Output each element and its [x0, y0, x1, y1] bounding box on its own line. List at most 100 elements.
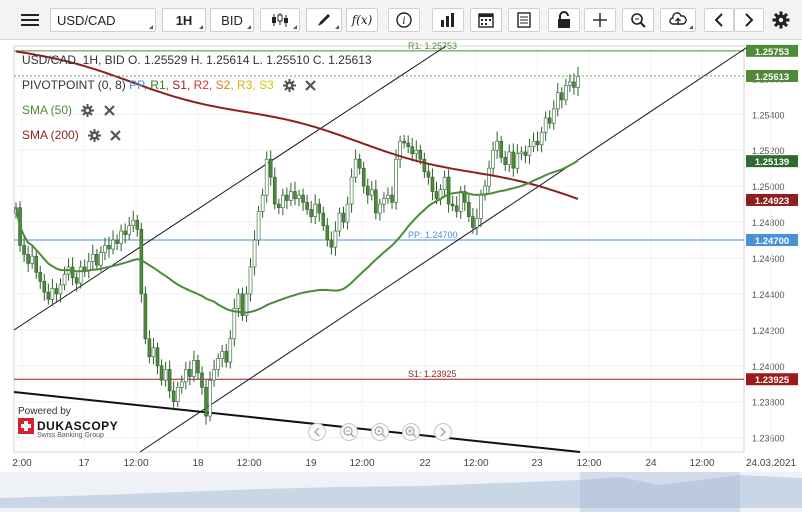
- candle-up: [163, 369, 168, 381]
- volume-button[interactable]: [432, 8, 464, 32]
- upload-button[interactable]: [660, 8, 696, 32]
- candle-up: [539, 131, 544, 146]
- sma200-settings-gear-icon[interactable]: [88, 129, 102, 143]
- x-tick-label: 23: [531, 458, 543, 469]
- info-button[interactable]: i: [388, 8, 420, 32]
- y-tick-label: 1.23600: [752, 434, 785, 444]
- chart-area[interactable]: 1.256001.254001.252001.250001.248001.246…: [0, 40, 802, 518]
- x-tick-label: 18: [192, 458, 204, 469]
- indicators-button[interactable]: f(x): [346, 8, 378, 32]
- candle-up: [99, 252, 103, 266]
- candle-down: [410, 146, 415, 155]
- candle-up: [495, 140, 499, 151]
- pivot-name: PIVOTPOINT (0, 8): [22, 78, 126, 92]
- candle-up: [487, 167, 491, 187]
- candle-up: [564, 85, 568, 101]
- candle-down: [454, 205, 459, 212]
- pivot-settings-gear-icon[interactable]: [283, 79, 297, 93]
- crosshair-button[interactable]: [584, 8, 616, 32]
- lock-button[interactable]: [548, 8, 580, 32]
- zoom-fit-icon: [374, 426, 386, 438]
- menu-button[interactable]: [14, 8, 46, 32]
- hamburger-icon: [21, 14, 39, 26]
- candle-down: [450, 203, 455, 207]
- candle-down: [54, 288, 59, 295]
- candle-down: [74, 277, 79, 284]
- scroll-right-button[interactable]: [734, 8, 764, 32]
- candle-up: [151, 347, 156, 358]
- candle-up: [62, 273, 67, 286]
- candle-up: [103, 245, 107, 253]
- candle-up: [333, 230, 338, 248]
- zoom-button[interactable]: [622, 8, 654, 32]
- nav-forward-button[interactable]: [434, 423, 452, 441]
- table-button[interactable]: [508, 8, 540, 32]
- candle-up: [264, 158, 269, 196]
- pivot-item-6: S3: [255, 78, 274, 92]
- candle-down: [357, 158, 362, 169]
- candle-down: [341, 212, 346, 223]
- timeframe-select[interactable]: 1H: [162, 8, 206, 32]
- ohlc-legend: USD/CAD, 1H, BID O. 1.25529 H. 1.25614 L…: [22, 53, 372, 67]
- candle-up: [184, 369, 188, 383]
- plot-border: [13, 45, 745, 453]
- sma200-remove-close-icon[interactable]: [110, 130, 122, 142]
- pivot-remove-close-icon[interactable]: [305, 80, 317, 92]
- candle-up: [297, 194, 301, 199]
- zoom-out-icon: [343, 426, 355, 438]
- candle-down: [390, 194, 394, 203]
- candle-up: [568, 81, 572, 86]
- candle-down: [305, 201, 309, 210]
- candle-up: [236, 293, 241, 309]
- arrow-left-icon: [714, 13, 723, 27]
- candle-down: [188, 369, 192, 377]
- candle-down: [434, 191, 439, 199]
- x-tick-label: 12:00: [123, 458, 148, 469]
- gear-icon: [772, 11, 790, 29]
- candle-up: [78, 266, 83, 284]
- brand-subtitle: Swiss Banking Group: [37, 432, 104, 439]
- candle-down: [143, 293, 148, 340]
- sma50-remove-close-icon[interactable]: [103, 105, 115, 117]
- pivot-item-2: S1,: [168, 78, 191, 92]
- candle-up: [252, 239, 257, 268]
- sma50-settings-gear-icon[interactable]: [81, 104, 95, 118]
- y-tick-label: 1.25200: [752, 146, 785, 156]
- candle-up: [86, 261, 91, 271]
- candle-up: [394, 158, 398, 203]
- sma200-value-badge-text: 1.24923: [755, 196, 789, 207]
- candle-up: [127, 225, 132, 235]
- candle-up: [58, 284, 63, 295]
- y-tick-label: 1.25000: [752, 182, 785, 192]
- scroll-left-button[interactable]: [704, 8, 734, 32]
- chart-type-button[interactable]: [260, 8, 300, 32]
- zoom-in-button[interactable]: [402, 423, 420, 441]
- settings-button[interactable]: [768, 8, 794, 32]
- price-chart[interactable]: 1.256001.254001.252001.250001.248001.246…: [0, 40, 802, 518]
- side-select[interactable]: BID: [210, 8, 254, 32]
- cloud-upload-icon: [669, 12, 687, 25]
- crosshair-icon: [593, 13, 607, 27]
- level-label-r1: R1: 1.25753: [408, 41, 457, 51]
- candle-down: [418, 149, 423, 160]
- candle-down: [406, 142, 410, 147]
- y-tick-label: 1.23800: [752, 398, 785, 408]
- candle-down: [123, 230, 127, 235]
- pen-icon: [318, 14, 330, 26]
- symbol-select[interactable]: USD/CAD: [50, 8, 156, 32]
- draw-button[interactable]: [306, 8, 342, 32]
- zoom-out-button[interactable]: [340, 423, 358, 441]
- calendar-button[interactable]: [470, 8, 502, 32]
- pivot-item-0: PP,: [129, 78, 147, 92]
- y-tick-label: 1.24600: [752, 254, 785, 264]
- table-icon: [517, 12, 531, 28]
- candle-down: [325, 225, 330, 241]
- zoom-fit-button[interactable]: [371, 423, 389, 441]
- candle-up: [551, 108, 556, 124]
- candle-up: [313, 203, 317, 217]
- candle-up: [30, 255, 34, 264]
- sma50-label: SMA (50): [22, 103, 73, 117]
- calendar-icon: [478, 13, 494, 28]
- candle-up: [50, 288, 55, 300]
- nav-back-button[interactable]: [308, 423, 326, 441]
